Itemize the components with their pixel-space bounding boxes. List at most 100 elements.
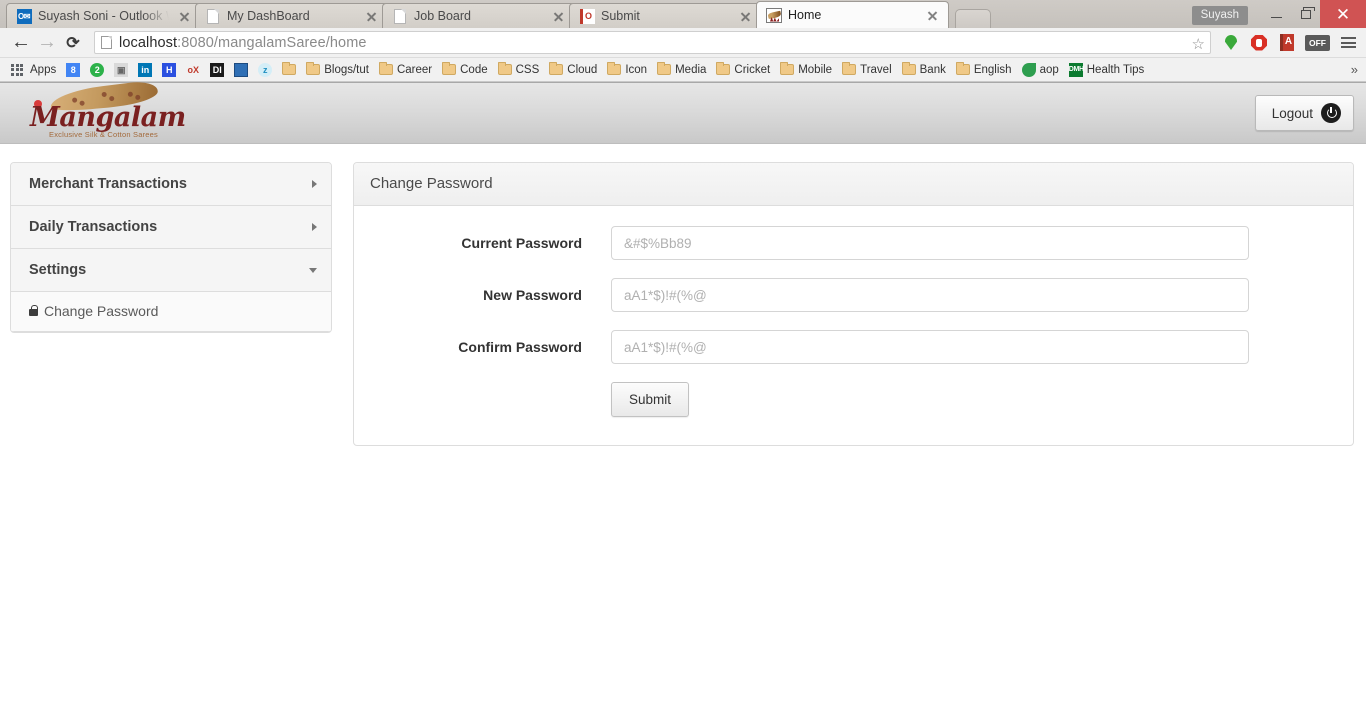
sidebar-item-label: Settings [29, 262, 87, 278]
folder-icon [657, 62, 672, 75]
bookmark-folder-cloud[interactable]: Cloud [544, 62, 602, 78]
sidebar-item-change-password[interactable]: Change Password [11, 292, 331, 332]
bookmark-folder-travel[interactable]: Travel [837, 62, 897, 78]
current-password-label: Current Password [461, 235, 582, 251]
folder-icon [497, 62, 512, 75]
bookmark-label: Career [396, 63, 433, 76]
bookmark-folder-unnamed[interactable] [277, 62, 301, 77]
folder-icon [378, 62, 393, 75]
logo-tagline: Exclusive Silk & Cotton Sarees [49, 130, 158, 139]
bookmark-google[interactable]: 8 [61, 61, 85, 79]
bookmark-folder-career[interactable]: Career [374, 62, 437, 78]
browser-toolbar: ← → ⟳ localhost:8080/mangalamSaree/home … [0, 28, 1366, 58]
new-tab-button[interactable] [955, 9, 991, 28]
bookmark-folder-css[interactable]: CSS [493, 62, 545, 78]
bookmark-ox[interactable]: oX [181, 61, 205, 79]
off-toggle-icon[interactable]: OFF [1305, 34, 1330, 51]
minimize-icon[interactable] [1262, 0, 1291, 28]
bookmark-di[interactable]: DI [205, 61, 229, 79]
bookmark-folder-bank[interactable]: Bank [897, 62, 951, 78]
document-icon [205, 8, 221, 24]
close-icon[interactable] [364, 9, 379, 24]
logout-button[interactable]: Logout [1254, 95, 1354, 131]
sidebar-item-daily-transactions[interactable]: Daily Transactions [11, 206, 331, 249]
bookmark-blue-h[interactable]: H [157, 61, 181, 79]
green-pin-icon[interactable] [1221, 33, 1241, 53]
close-icon[interactable] [551, 9, 566, 24]
browser-tab-submit[interactable]: O Submit [569, 3, 762, 28]
new-password-input[interactable] [611, 278, 1249, 312]
tab-strip: O✉ Suyash Soni - Outlook We My DashBoard… [0, 0, 1366, 28]
browser-tab-home[interactable]: Home [756, 1, 949, 28]
mangalam-logo[interactable]: Mangalam Exclusive Silk & Cotton Sarees [22, 82, 186, 142]
bookmark-folder-code[interactable]: Code [437, 62, 493, 78]
browser-tab-job-board[interactable]: Job Board [382, 3, 575, 28]
power-icon [1321, 103, 1341, 123]
bookmark-folder-blogs-tut[interactable]: Blogs/tut [301, 62, 374, 78]
star-icon[interactable]: ☆ [1192, 35, 1205, 53]
sidebar-item-merchant-transactions[interactable]: Merchant Transactions [11, 163, 331, 206]
back-arrow-icon[interactable]: ← [8, 30, 34, 56]
apps-label: Apps [30, 63, 57, 76]
address-bar[interactable]: localhost:8080/mangalamSaree/home ☆ [94, 31, 1211, 54]
close-icon[interactable] [177, 9, 192, 24]
apps-shortcut[interactable]: Apps [6, 62, 61, 78]
bookmark-label: Cloud [567, 63, 598, 76]
close-icon[interactable] [925, 8, 940, 23]
bookmark-folder-icon[interactable]: Icon [602, 62, 652, 78]
tab-title: Suyash Soni - Outlook We [38, 9, 169, 23]
browser-tab-my-dashboard[interactable]: My DashBoard [195, 3, 388, 28]
forward-arrow-icon[interactable]: → [34, 30, 60, 56]
sidebar-item-settings[interactable]: Settings [11, 249, 331, 292]
bookmark-label: Blogs/tut [324, 63, 369, 76]
sidebar-nav: Merchant Transactions Daily Transactions… [10, 162, 332, 333]
bookmark-label: Media [675, 63, 707, 76]
bookmark-monitor[interactable] [229, 61, 253, 79]
bookmark-linkedin[interactable]: in [133, 61, 157, 79]
reload-icon[interactable]: ⟳ [60, 30, 86, 56]
new-password-label: New Password [483, 287, 582, 303]
site-header: Mangalam Exclusive Silk & Cotton Sarees … [0, 82, 1366, 144]
bookmark-aop[interactable]: aop [1017, 61, 1064, 79]
apps-grid-icon [11, 63, 23, 76]
grey-photo-icon: ▣ [114, 62, 129, 77]
maximize-icon[interactable] [1291, 0, 1320, 28]
user-badge[interactable]: Suyash [1191, 5, 1248, 25]
browser-tab-outlook[interactable]: O✉ Suyash Soni - Outlook We [6, 3, 201, 28]
current-password-input[interactable] [611, 226, 1249, 260]
bookmark-folder-english[interactable]: English [951, 62, 1017, 78]
dictionary-book-icon[interactable]: A [1277, 33, 1297, 53]
hamburger-menu-icon[interactable] [1338, 33, 1358, 53]
folder-icon [901, 62, 916, 75]
close-icon[interactable] [738, 9, 753, 24]
page-viewport: Mangalam Exclusive Silk & Cotton Sarees … [0, 82, 1366, 725]
url-path: :8080/mangalamSaree/home [177, 34, 367, 51]
bookmark-folder-mobile[interactable]: Mobile [775, 62, 837, 78]
extension-icons: A OFF [1221, 33, 1358, 53]
window-controls: Suyash ✕ [1191, 0, 1366, 28]
bookmark-health-tips[interactable]: DMH Health Tips [1064, 61, 1150, 79]
bookmarks-overflow-icon[interactable]: » [1351, 62, 1358, 77]
submit-button[interactable]: Submit [611, 382, 690, 417]
outlook-icon: O✉ [16, 8, 32, 24]
bookmark-folder-media[interactable]: Media [652, 62, 711, 78]
caret-right-icon [312, 223, 317, 231]
close-icon[interactable]: ✕ [1320, 0, 1366, 28]
page-info-icon[interactable] [101, 36, 112, 49]
zoho-icon: z [258, 62, 273, 77]
bookmark-folder-cricket[interactable]: Cricket [711, 62, 775, 78]
page-content: Merchant Transactions Daily Transactions… [0, 144, 1366, 446]
bookmark-label: aop [1039, 63, 1059, 76]
tab-title: Home [788, 8, 822, 22]
bookmark-photo[interactable]: ▣ [109, 61, 133, 79]
logout-label: Logout [1271, 105, 1313, 121]
ox-icon: oX [186, 62, 201, 77]
bookmark-green-two[interactable]: 2 [85, 61, 109, 79]
lock-icon [29, 305, 39, 316]
linkedin-icon: in [138, 62, 153, 77]
confirm-password-input[interactable] [611, 330, 1249, 364]
logo-wordmark: Mangalam [30, 102, 186, 133]
bookmark-zoho[interactable]: z [253, 61, 277, 79]
folder-icon [780, 62, 795, 75]
adblock-stop-icon[interactable] [1249, 33, 1269, 53]
